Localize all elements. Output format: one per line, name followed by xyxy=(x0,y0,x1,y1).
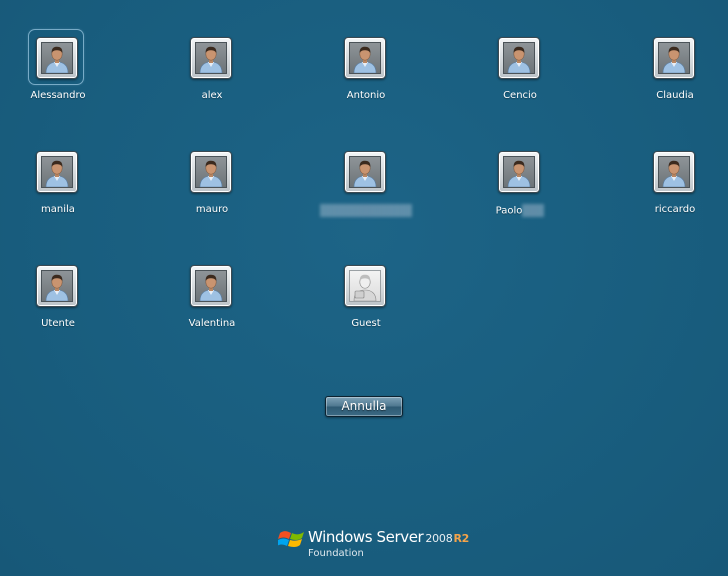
user-tile-mauro[interactable]: mauro xyxy=(157,144,267,244)
user-tile-claudia[interactable]: Claudia xyxy=(620,30,728,130)
user-avatar-icon xyxy=(195,156,227,188)
avatar-frame xyxy=(36,151,78,193)
brand-release: R2 xyxy=(453,532,470,545)
user-avatar-icon xyxy=(41,270,73,302)
avatar-frame xyxy=(36,37,78,79)
user-avatar-icon xyxy=(41,42,73,74)
user-tile-utente[interactable]: Utente xyxy=(3,258,113,358)
avatar-frame xyxy=(344,151,386,193)
user-avatar-icon xyxy=(195,270,227,302)
user-avatar-icon xyxy=(41,156,73,188)
brand-name: Windows Server 2008R2 xyxy=(308,528,469,546)
avatar-frame xyxy=(498,37,540,79)
tile-frame xyxy=(29,144,83,198)
avatar-frame xyxy=(190,151,232,193)
tile-frame xyxy=(183,258,237,312)
user-avatar-icon xyxy=(195,42,227,74)
user-name: Utente xyxy=(41,318,75,329)
user-avatar-icon xyxy=(503,42,535,74)
user-name: Antonio xyxy=(346,90,386,101)
user-tile-riccardo[interactable]: riccardo xyxy=(620,144,728,244)
user-name: manila xyxy=(41,204,75,215)
tile-frame xyxy=(337,258,391,312)
user-tile-cencio[interactable]: Cencio xyxy=(465,30,575,130)
user-tile-paolo[interactable]: Paolo xyxy=(465,144,575,244)
user-name: alex xyxy=(201,90,223,101)
redaction-blur xyxy=(320,204,412,217)
user-tile-alessandro[interactable]: Alessandro xyxy=(3,30,113,130)
user-tile-antonio[interactable]: Antonio xyxy=(311,30,421,130)
avatar-frame xyxy=(190,37,232,79)
user-name: Paolo xyxy=(495,205,523,217)
cancel-button[interactable]: Annulla xyxy=(325,396,403,417)
tile-frame xyxy=(29,258,83,312)
windows-server-logo: Windows Server 2008R2 Foundation xyxy=(277,526,478,562)
tile-frame xyxy=(646,144,700,198)
tile-frame xyxy=(646,30,700,84)
user-avatar-icon xyxy=(658,42,690,74)
user-avatar-icon xyxy=(349,42,381,74)
user-name: mauro xyxy=(195,204,229,215)
brand-edition: Foundation xyxy=(308,548,364,559)
logon-screen: Alessandro alex Antonio Cencio Claudia m… xyxy=(0,0,728,576)
user-name: riccardo xyxy=(654,204,696,215)
avatar-frame xyxy=(344,265,386,307)
user-avatar-icon xyxy=(658,156,690,188)
redaction-blur xyxy=(522,204,545,217)
guest-avatar-icon xyxy=(349,270,381,302)
tile-frame xyxy=(183,30,237,84)
avatar-frame xyxy=(498,151,540,193)
user-tile-guest[interactable]: Guest xyxy=(311,258,421,358)
user-name-container: Paolo xyxy=(465,204,575,217)
user-name: Alessandro xyxy=(30,90,86,101)
tile-frame xyxy=(29,30,83,84)
windows-flag-icon xyxy=(277,527,306,551)
avatar-frame xyxy=(653,37,695,79)
user-name: Guest xyxy=(351,318,381,329)
avatar-frame xyxy=(653,151,695,193)
user-avatar-icon xyxy=(503,156,535,188)
avatar-frame xyxy=(190,265,232,307)
tile-frame xyxy=(337,144,391,198)
user-name-redacted xyxy=(311,204,421,217)
user-tile-valentina[interactable]: Valentina xyxy=(157,258,267,358)
tile-frame xyxy=(491,144,545,198)
user-name: Valentina xyxy=(188,318,236,329)
brand-product: Windows Server xyxy=(308,528,424,546)
user-name: Cencio xyxy=(503,90,537,101)
avatar-frame xyxy=(36,265,78,307)
user-tile-alex[interactable]: alex xyxy=(157,30,267,130)
user-tile-redacted[interactable] xyxy=(311,144,421,244)
tile-frame xyxy=(337,30,391,84)
tile-frame xyxy=(183,144,237,198)
avatar-frame xyxy=(344,37,386,79)
user-name: Claudia xyxy=(656,90,694,101)
user-tile-manila[interactable]: manila xyxy=(3,144,113,244)
brand-version: 2008 xyxy=(425,532,453,545)
user-avatar-icon xyxy=(349,156,381,188)
tile-frame xyxy=(491,30,545,84)
